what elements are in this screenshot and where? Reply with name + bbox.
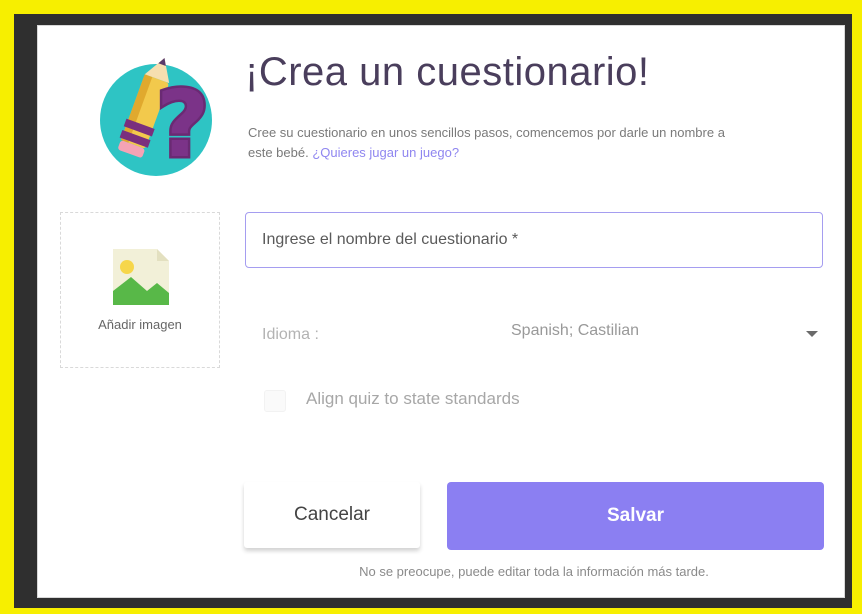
quiz-name-input[interactable] (245, 212, 823, 268)
language-select[interactable]: Spanish; Castilian (498, 314, 824, 354)
play-game-link[interactable]: ¿Quieres jugar un juego? (312, 145, 459, 160)
cancel-button[interactable]: Cancelar (244, 482, 420, 548)
quiz-logo-icon: ? ? (88, 48, 218, 181)
language-selected-value: Spanish; Castilian (511, 322, 640, 339)
dialog-title: ¡Crea un cuestionario! (245, 50, 650, 94)
image-placeholder-icon (113, 249, 169, 305)
save-button[interactable]: Salvar (447, 482, 824, 550)
caret-down-icon (806, 331, 818, 337)
footer-note: No se preocupe, puede editar toda la inf… (359, 564, 709, 579)
screenshot-frame: ? ? ¡Crea un cuestionario! Cree su cuest… (14, 14, 852, 608)
standards-checkbox-label[interactable]: Align quiz to state standards (306, 389, 520, 409)
create-quiz-dialog: ? ? ¡Crea un cuestionario! Cree su cuest… (37, 25, 845, 598)
dialog-subtitle: Cree su cuestionario en unos sencillos p… (248, 123, 748, 163)
language-label: Idioma : (262, 326, 319, 343)
standards-checkbox[interactable] (264, 390, 286, 412)
add-image-button[interactable]: Añadir imagen (60, 212, 220, 368)
add-image-label: Añadir imagen (98, 317, 182, 332)
svg-text:?: ? (156, 71, 209, 178)
